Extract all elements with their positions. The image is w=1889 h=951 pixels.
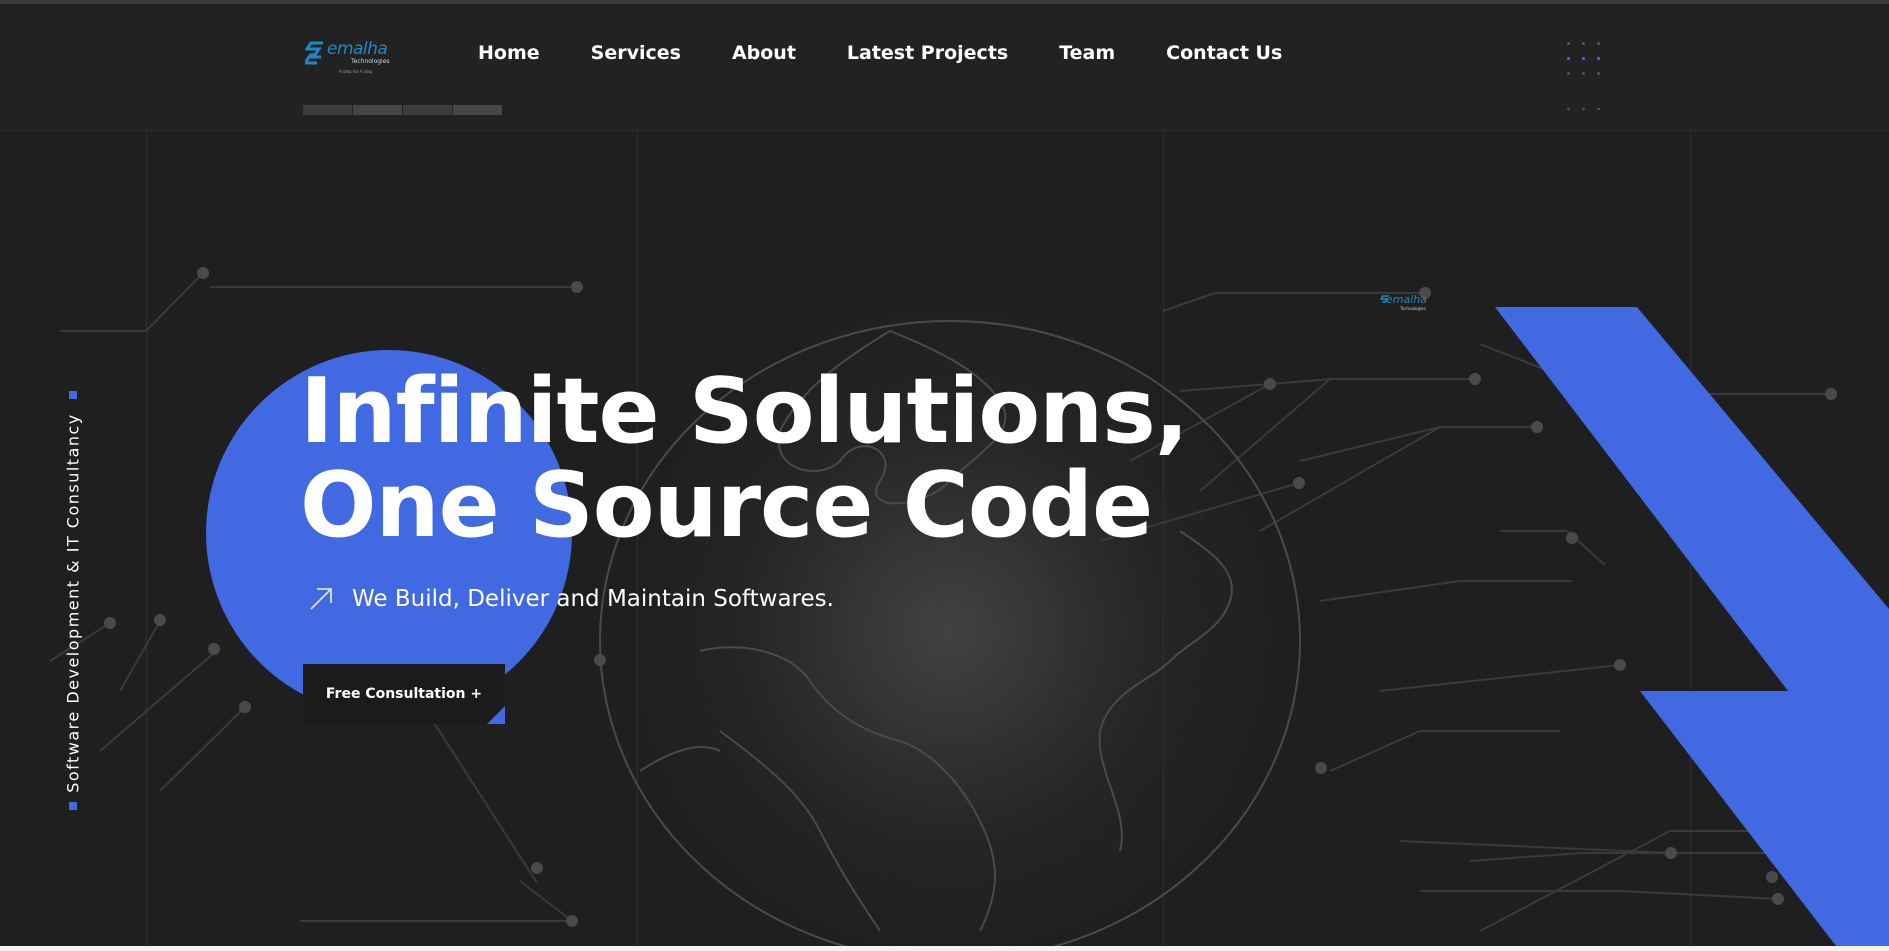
hero-headline: Infinite Solutions, One Source Code [300, 359, 1189, 558]
hero-subheadline: We Build, Deliver and Maintain Softwares… [308, 586, 834, 612]
free-consultation-button[interactable]: Free Consultation + [303, 664, 505, 724]
headline-line-1: Infinite Solutions, [300, 359, 1189, 464]
floating-logo: emalha Technologies [1380, 293, 1450, 323]
grid-dot [1582, 72, 1585, 75]
grid-dot [1582, 42, 1585, 45]
grid-dot [1582, 108, 1585, 110]
nav-home[interactable]: Home [478, 42, 540, 64]
page-bottom-border [0, 946, 1889, 951]
grid-dot [1597, 57, 1600, 60]
grid-dot [1597, 108, 1600, 110]
mini-logo-subtitle: Technologies [1400, 306, 1426, 311]
nav-services[interactable]: Services [591, 42, 681, 64]
nav-team[interactable]: Team [1059, 42, 1115, 64]
headline-line-2: One Source Code [300, 453, 1153, 558]
brand-logo[interactable]: emalha Technologies A step for A step [305, 37, 405, 79]
arrow-up-right-icon [310, 588, 332, 610]
subheadline-text: We Build, Deliver and Maintain Softwares… [352, 586, 834, 612]
grid-dot [1597, 72, 1600, 75]
progress-segment [453, 105, 502, 115]
grid-dot [1567, 72, 1570, 75]
grid-dot [1597, 42, 1600, 45]
nav-contact-us[interactable]: Contact Us [1166, 42, 1282, 64]
grid-dot [1567, 108, 1570, 110]
progress-segment [353, 105, 402, 115]
logo-mark-icon [305, 41, 323, 65]
slider-progress-bar [303, 105, 503, 115]
side-vertical-text: Software Development & IT Consultancy [63, 413, 83, 793]
progress-segment [403, 105, 452, 115]
side-square-top [69, 391, 77, 399]
site-header: emalha Technologies A step for A step Ho… [0, 4, 1889, 131]
progress-segment [303, 105, 352, 115]
grid-dot [1567, 42, 1570, 45]
logo-wordmark: emalha [327, 39, 388, 59]
cta-label: Free Consultation + [325, 686, 483, 702]
mini-logo-wordmark: emalha [1386, 293, 1427, 306]
cta-corner-accent [487, 706, 505, 724]
grid-dot [1567, 57, 1570, 60]
logo-subtitle: Technologies [351, 58, 390, 65]
nav-latest-projects[interactable]: Latest Projects [847, 42, 1008, 64]
menu-grid-icon[interactable] [1565, 42, 1605, 110]
main-nav: Home Services About Latest Projects Team… [478, 42, 1282, 64]
side-square-bottom [69, 802, 77, 810]
nav-about[interactable]: About [732, 42, 796, 64]
hero-section: emalha Technologies Infinite Solutions, … [0, 131, 1889, 946]
logo-tagline: A step for A step [339, 69, 373, 74]
grid-dot [1582, 57, 1585, 60]
